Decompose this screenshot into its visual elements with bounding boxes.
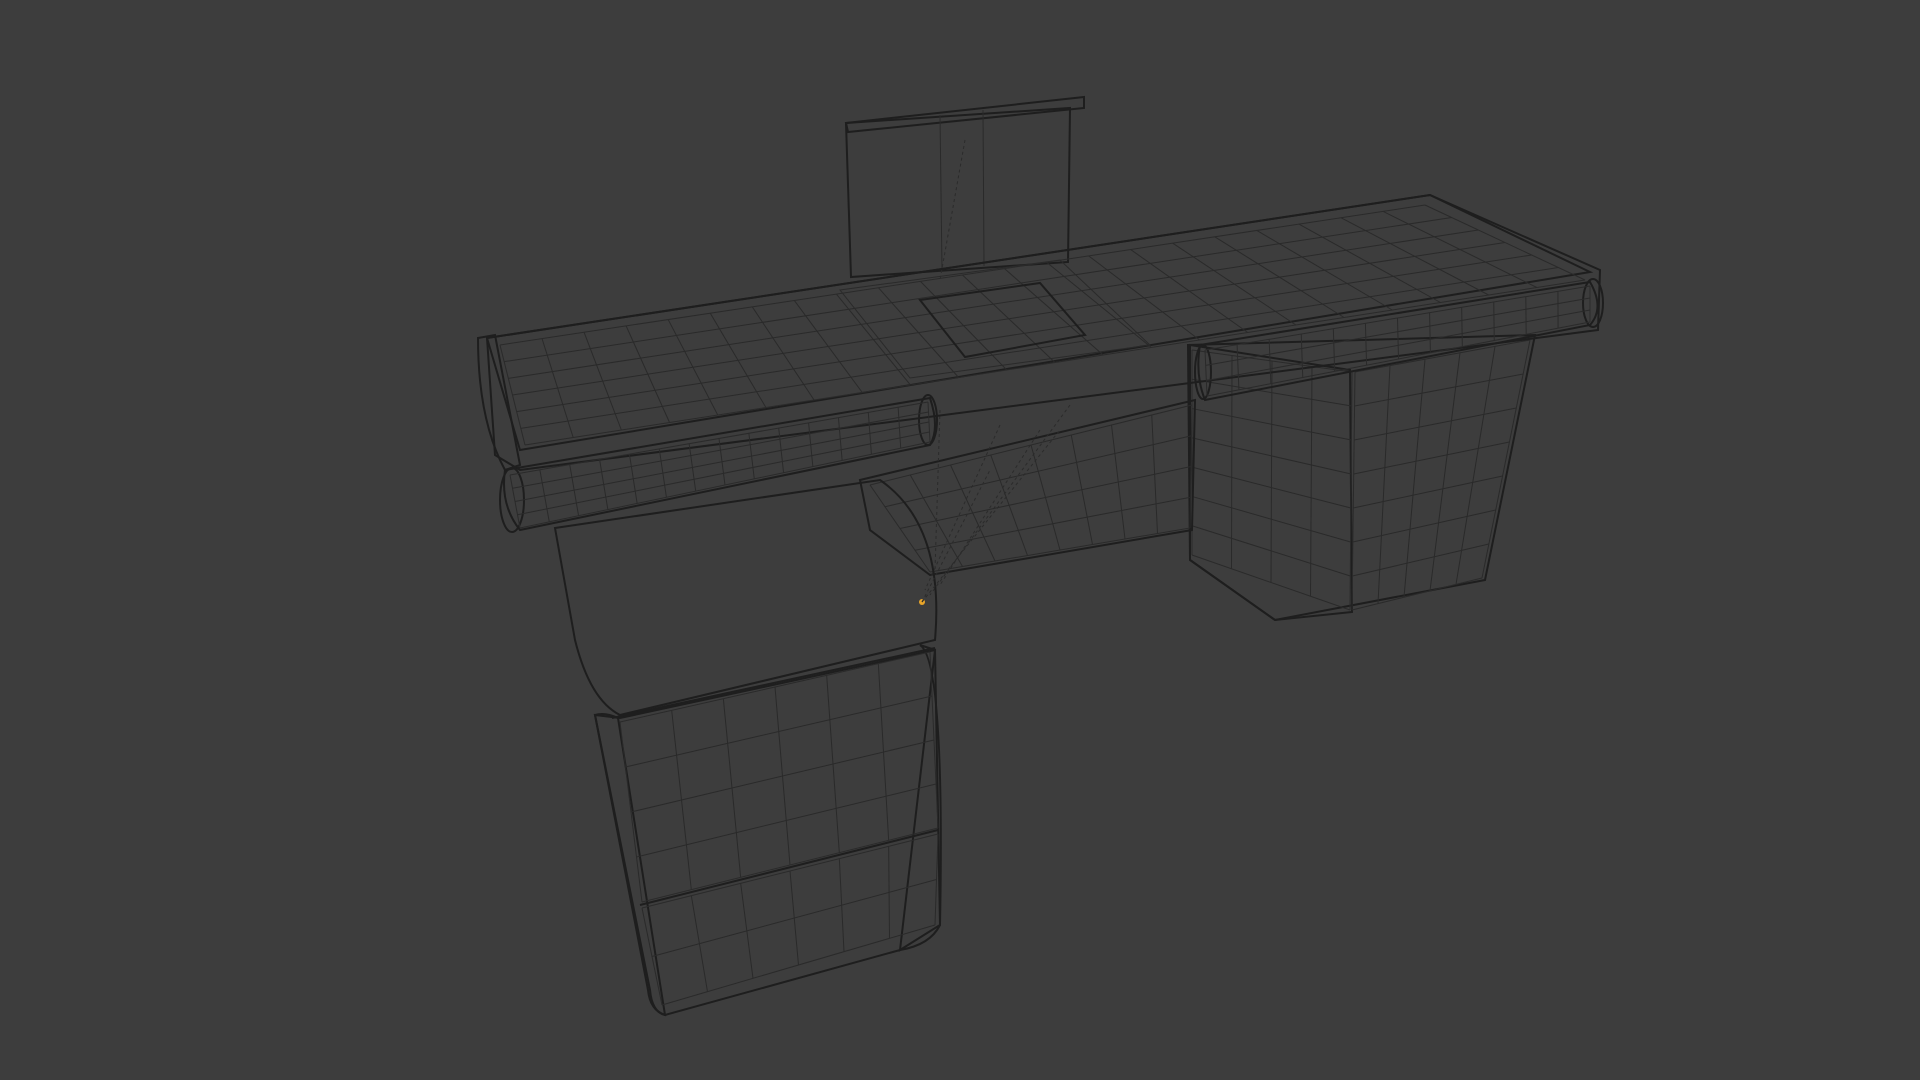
mesh-edge — [1351, 577, 1483, 611]
mesh-edge — [1204, 285, 1591, 351]
mesh-edge — [1236, 344, 1240, 390]
mesh-edge — [512, 411, 929, 489]
mesh-edge — [1231, 355, 1233, 569]
mesh-edge — [1206, 321, 1591, 397]
mesh-edge — [884, 435, 1192, 508]
mesh-edge — [1429, 312, 1431, 353]
mesh-edge — [914, 496, 1191, 551]
mesh-edge — [519, 441, 931, 529]
mesh-edge — [1268, 339, 1272, 384]
mesh-edge — [1455, 346, 1496, 585]
3d-viewport[interactable] — [0, 0, 1920, 1080]
mesh-edge — [1493, 301, 1495, 341]
mesh-scene[interactable] — [0, 0, 1920, 1080]
mesh-edge — [1352, 509, 1496, 543]
mesh-edge — [520, 267, 1559, 429]
left-end-bumper[interactable] — [476, 333, 522, 472]
mesh-edge — [516, 254, 1532, 413]
mesh-edge — [1354, 407, 1517, 441]
mesh-edge — [899, 466, 1192, 529]
mesh-edge — [1481, 339, 1531, 579]
right-pedestal-cabinet[interactable] — [1186, 333, 1537, 622]
mesh-edge — [1364, 323, 1368, 366]
mesh-edge — [524, 279, 1586, 446]
mesh-edge — [1310, 366, 1313, 597]
mesh-edge — [929, 527, 1191, 573]
mesh-edge — [1300, 333, 1304, 378]
mesh-edge — [1353, 475, 1503, 509]
counter-front-body[interactable] — [858, 398, 1197, 596]
mesh-edge — [1204, 349, 1208, 397]
front-left-cabinet[interactable] — [553, 429, 1061, 1017]
mesh-edge — [1351, 371, 1356, 611]
mesh-edge — [1397, 317, 1399, 360]
mesh-edge — [1270, 360, 1273, 583]
mesh-edge — [1352, 543, 1489, 577]
mesh-edge — [509, 401, 929, 476]
countertop[interactable] — [485, 193, 1602, 472]
mesh-edge — [1354, 373, 1524, 407]
mesh-edge — [1354, 339, 1531, 373]
mesh-edge — [619, 651, 931, 723]
mesh-edge — [1353, 441, 1510, 475]
mesh-edge — [1461, 307, 1463, 347]
